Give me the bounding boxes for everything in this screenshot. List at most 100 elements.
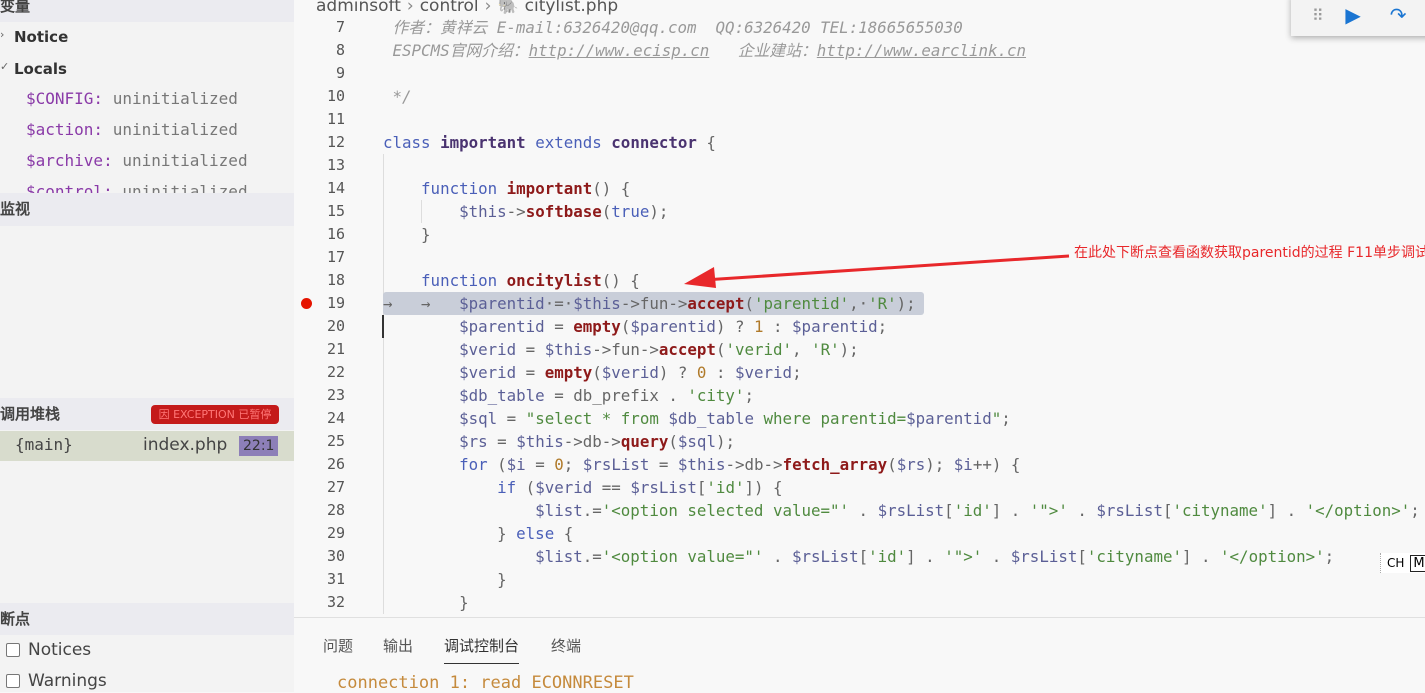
code-token: "select * from bbox=[525, 409, 669, 428]
step-over-icon[interactable]: ↷ bbox=[1376, 3, 1421, 27]
code-token: '</option>' bbox=[1305, 501, 1411, 520]
code-token[interactable]: http://www.ecisp.cn bbox=[529, 41, 710, 60]
breakpoint-notices[interactable]: Notices bbox=[6, 640, 91, 660]
code-token: ->fun-> bbox=[620, 294, 688, 313]
code-line[interactable]: → → $parentid·=·$this->fun->accept('pare… bbox=[383, 292, 916, 315]
code-token: ; bbox=[1324, 547, 1335, 566]
code-line[interactable]: $this->softbase(true); bbox=[383, 200, 668, 223]
code-editor[interactable]: adminsoft › control › 🐘 citylist.php 7 作者：黄祥云… bbox=[294, 0, 1425, 617]
breadcrumb-item[interactable]: control bbox=[420, 0, 479, 16]
code-token: ] . bbox=[906, 547, 945, 566]
code-line[interactable]: } else { bbox=[383, 522, 573, 545]
code-token: } bbox=[383, 524, 517, 543]
code-line[interactable]: $sql = "select * from $db_table where pa… bbox=[383, 407, 1011, 430]
code-line[interactable]: $list.='<option value="' . $rsList['id']… bbox=[383, 545, 1334, 568]
drag-handle-icon[interactable]: ⠿ bbox=[1305, 6, 1330, 25]
code-token: $rsList bbox=[1096, 501, 1163, 520]
code-token: [ bbox=[858, 547, 869, 566]
tree-item-locals[interactable]: ✓ Locals bbox=[0, 60, 67, 78]
code-token: 'R' bbox=[811, 340, 840, 359]
code-line[interactable]: $verid = empty($verid) ? 0 : $verid; bbox=[383, 361, 801, 384]
breadcrumb-item[interactable]: citylist.php bbox=[525, 0, 619, 16]
code-token: accept bbox=[658, 340, 716, 359]
stack-frame-row[interactable]: {main} index.php 22:1 bbox=[0, 431, 294, 461]
breakpoint-warnings[interactable]: Warnings bbox=[6, 671, 107, 691]
variable-value: uninitialized bbox=[122, 151, 248, 170]
code-line[interactable]: */ bbox=[383, 85, 412, 108]
tree-item-notice[interactable]: › Notice bbox=[0, 28, 68, 46]
debug-toolbar: ⠿ ▶︎ ↷ ⤓ ⤒ ↻ ☐ bbox=[1291, 0, 1425, 36]
code-token: ] . bbox=[1181, 547, 1221, 566]
line-number: 32 bbox=[326, 593, 345, 611]
variable-name: $archive: bbox=[26, 151, 113, 170]
line-number: 16 bbox=[326, 225, 345, 243]
breakpoints-section-header[interactable]: 断点 bbox=[0, 603, 294, 635]
variables-section-header[interactable]: 变量 bbox=[0, 0, 294, 22]
checkbox[interactable] bbox=[6, 674, 20, 688]
code-token: class bbox=[383, 133, 441, 152]
code-token: ->fun-> bbox=[592, 340, 659, 359]
code-token: ( bbox=[516, 478, 536, 497]
variable-item[interactable]: $CONFIG: uninitialized bbox=[26, 89, 238, 108]
code-token[interactable]: http://www.earclink.cn bbox=[817, 41, 1026, 60]
breakpoint-label: Notices bbox=[28, 640, 92, 660]
code-token: function bbox=[421, 271, 507, 290]
tab-problems[interactable]: 问题 bbox=[323, 635, 353, 656]
code-token: ] . bbox=[1267, 501, 1306, 520]
line-number: 28 bbox=[326, 501, 345, 519]
code-token: $list bbox=[535, 547, 583, 566]
variable-value: uninitialized bbox=[112, 89, 238, 108]
breadcrumb-item[interactable]: adminsoft bbox=[316, 0, 401, 16]
code-line[interactable]: function important() { bbox=[383, 177, 630, 200]
checkbox[interactable] bbox=[6, 643, 20, 657]
debug-sidebar: 变量 › Notice ✓ Locals $CONFIG: uninitialize… bbox=[0, 0, 294, 692]
code-line[interactable]: ESPCMS官网介绍：http://www.ecisp.cn 企业建站：http… bbox=[383, 39, 1027, 62]
code-token: query bbox=[620, 432, 669, 451]
variable-item[interactable]: $archive: uninitialized bbox=[26, 151, 248, 170]
line-number: 8 bbox=[335, 41, 345, 59]
step-into-icon[interactable]: ⤓ bbox=[1421, 3, 1425, 27]
code-line[interactable]: $verid = $this->fun->accept('verid', 'R'… bbox=[383, 338, 859, 361]
code-line[interactable]: } bbox=[383, 568, 507, 591]
code-line[interactable]: function oncitylist() { bbox=[383, 269, 640, 292]
code-line[interactable]: if ($verid == $rsList['id']) { bbox=[383, 476, 782, 499]
continue-icon[interactable]: ▶︎ bbox=[1330, 3, 1375, 27]
variable-item[interactable]: $action: uninitialized bbox=[26, 120, 238, 139]
code-line[interactable]: for ($i = 0; $rsList = $this->db->fetch_… bbox=[383, 453, 1020, 476]
tab-terminal[interactable]: 终端 bbox=[551, 635, 581, 656]
code-line[interactable]: $parentid = empty($parentid) ? 1 : $pare… bbox=[383, 315, 887, 338]
code-line[interactable]: $rs = $this->db->query($sql); bbox=[383, 430, 735, 453]
tab-debug-console[interactable]: 调试控制台 bbox=[444, 635, 520, 664]
bottom-panel: 问题 输出 调试控制台 终端 connection 1: read ECONNR… bbox=[294, 617, 1425, 693]
code-token: for bbox=[459, 455, 488, 474]
code-token: $parentid bbox=[459, 294, 545, 313]
code-token: [ bbox=[696, 478, 707, 497]
code-line[interactable]: } bbox=[383, 223, 431, 246]
code-token: '">' bbox=[1029, 501, 1068, 520]
code-token: important bbox=[506, 179, 593, 198]
code-token: () { bbox=[601, 271, 640, 290]
code-token: ( bbox=[668, 432, 678, 451]
code-line[interactable]: $db_table = db_prefix . 'city'; bbox=[383, 384, 754, 407]
code-line[interactable]: class important extends connector { bbox=[383, 131, 716, 154]
code-line[interactable]: $list.='<option selected value="' . $rsL… bbox=[383, 499, 1420, 522]
code-token: where parentid= bbox=[753, 409, 907, 428]
code-token: 企业建站： bbox=[709, 41, 817, 60]
annotation-text: 在此处下断点查看函数获取parentid的过程 F11单步调试 bbox=[1074, 245, 1425, 261]
code-token: [ bbox=[1077, 547, 1087, 566]
code-line[interactable]: 作者：黄祥云 E-mail:6326420@qq.com QQ:6326420 … bbox=[383, 16, 963, 39]
code-token: $rs bbox=[459, 432, 488, 451]
code-line[interactable]: } bbox=[383, 591, 469, 614]
code-token: → → bbox=[383, 294, 460, 313]
watch-section-header[interactable]: 监视 bbox=[0, 193, 294, 226]
code-token: . bbox=[763, 547, 792, 566]
tab-output[interactable]: 输出 bbox=[383, 635, 413, 656]
ime-indicator[interactable]: CH M bbox=[1380, 553, 1425, 573]
